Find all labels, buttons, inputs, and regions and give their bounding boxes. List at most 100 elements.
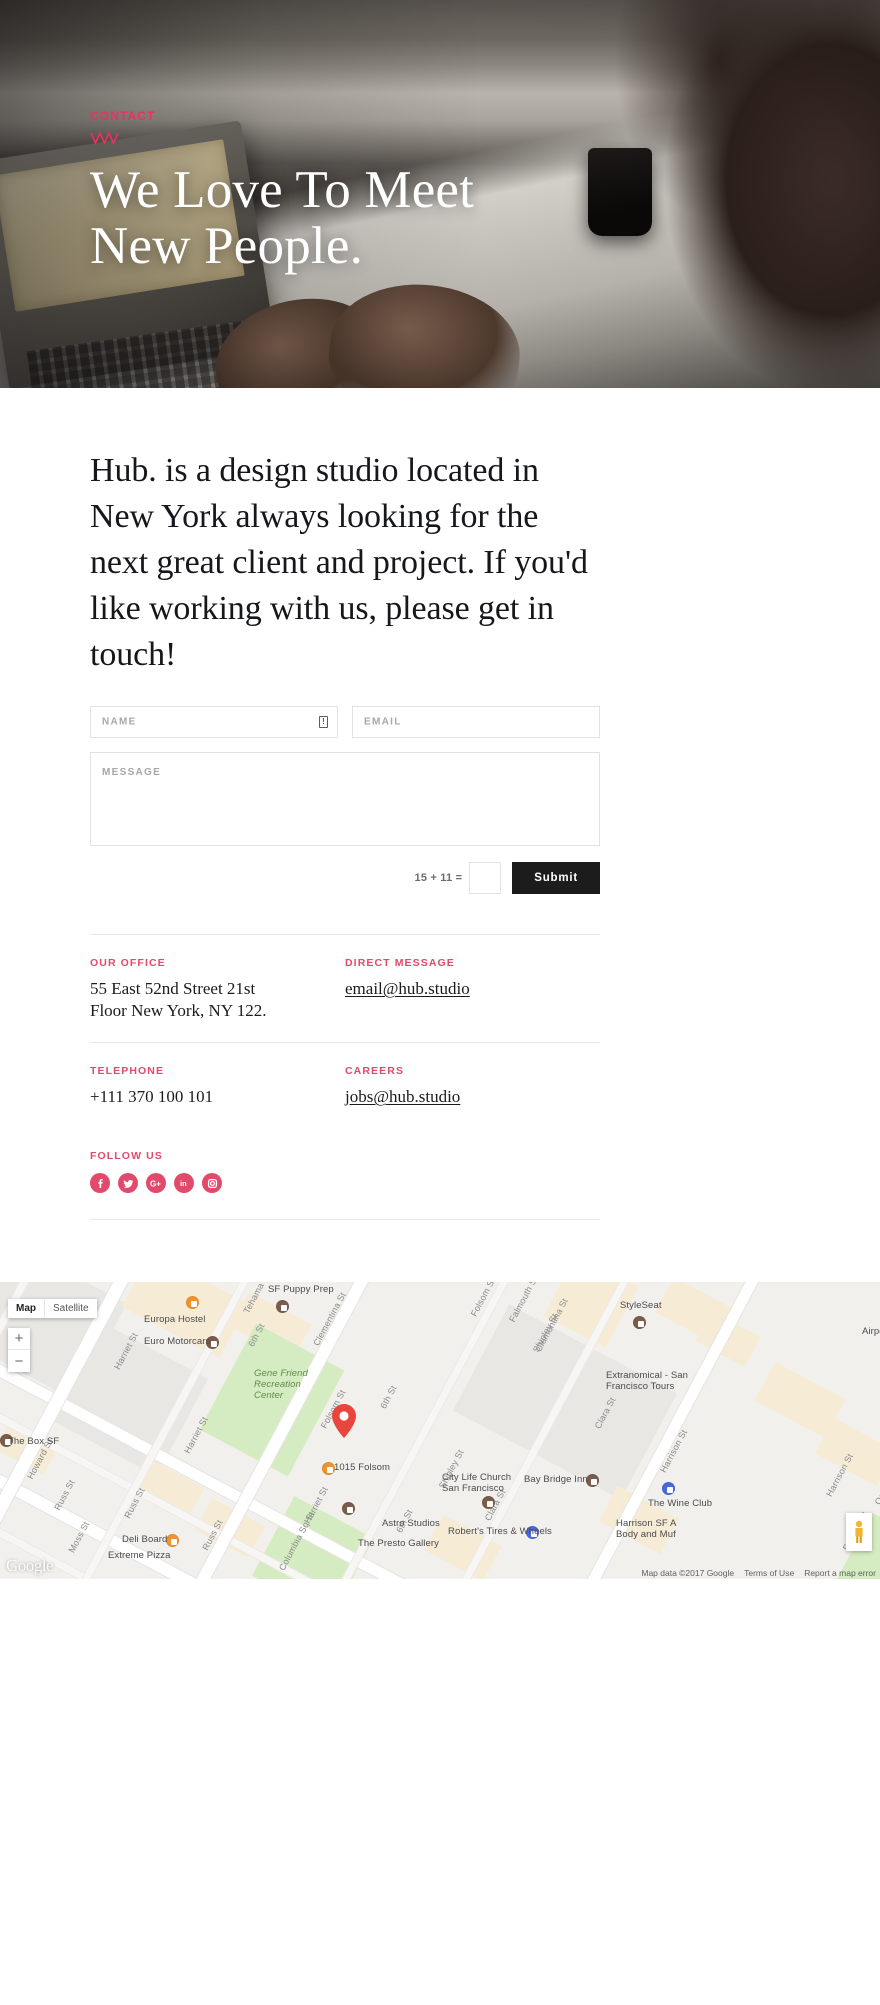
message-textarea[interactable] (91, 753, 599, 845)
pegman-icon (855, 1520, 863, 1543)
map-poi-label[interactable]: Europa Hostel (144, 1314, 206, 1325)
svg-text:in: in (180, 1179, 187, 1188)
map-street-label: Tehama St (241, 1282, 272, 1316)
message-field-wrapper[interactable]: MESSAGE (90, 752, 600, 846)
bottom-spacer (90, 1220, 600, 1282)
map-poi-label[interactable]: City Life Church San Francisco (442, 1472, 511, 1494)
careers-email-link[interactable]: jobs@hub.studio (345, 1087, 460, 1106)
zoom-in-button[interactable]: + (8, 1328, 30, 1350)
form-row-name-email: NAME ! EMAIL (90, 706, 600, 738)
content-container: Hub. is a design studio located in New Y… (90, 388, 600, 1282)
map-poi-label[interactable]: The Presto Gallery (358, 1538, 439, 1549)
name-input[interactable] (91, 707, 337, 737)
map-data-attribution: Map data ©2017 Google (641, 1568, 735, 1578)
map-street-label: Russ St (200, 1518, 225, 1552)
map-poi-marker-icon[interactable] (342, 1502, 355, 1515)
google-logo: Google (6, 1556, 54, 1575)
intro-paragraph: Hub. is a design studio located in New Y… (90, 452, 588, 673)
submit-button[interactable]: Submit (512, 862, 600, 894)
map-poi-label[interactable]: Extranomical - San Francisco Tours (606, 1370, 688, 1392)
map-poi-label[interactable]: 1015 Folsom (334, 1462, 390, 1473)
map-poi-label[interactable]: SF Puppy Prep (268, 1284, 334, 1295)
map-poi-marker-icon[interactable] (482, 1496, 495, 1509)
map-poi-label[interactable]: Harrison SF A Body and Muf (616, 1518, 676, 1540)
map-street-label: Moss St (66, 1519, 92, 1555)
map-street-label: Clementina St (311, 1290, 348, 1348)
hero-section: CONTACT We Love To Meet New People. (0, 0, 880, 388)
map-street-label: Harriet St (182, 1414, 210, 1456)
map-poi-marker-icon[interactable] (166, 1534, 179, 1547)
detail-col-office: OUR OFFICE 55 East 52nd Street 21st Floo… (90, 957, 345, 1022)
report-map-error-link[interactable]: Report a map error (804, 1568, 876, 1578)
map-type-satellite-button[interactable]: Satellite (45, 1299, 97, 1318)
telephone-number: +111 370 100 101 (90, 1087, 214, 1106)
map-street-label: Clara St (592, 1395, 618, 1431)
detail-col-direct-message: DIRECT MESSAGE email@hub.studio (345, 957, 600, 1022)
facebook-icon[interactable] (90, 1173, 110, 1193)
map-street-label: Falmouth St (507, 1282, 540, 1324)
page-title: We Love To Meet New People. (90, 161, 475, 275)
map-poi-label[interactable]: Airport (862, 1326, 880, 1337)
captcha-input[interactable] (469, 862, 502, 894)
terms-of-use-link[interactable]: Terms of Use (744, 1568, 794, 1578)
map-street-label: 6th St (378, 1383, 399, 1411)
careers-label: CAREERS (345, 1065, 405, 1077)
map-poi-label[interactable]: Extreme Pizza (108, 1550, 171, 1561)
map-poi-label[interactable]: Deli Board (122, 1534, 167, 1545)
zigzag-divider-icon (90, 131, 119, 145)
instagram-icon[interactable] (202, 1173, 222, 1193)
map-poi-label[interactable]: The Box SF (8, 1436, 59, 1447)
location-marker-pin[interactable] (332, 1404, 356, 1438)
map-section[interactable]: Howard St Harriet St Harriet St Harriet St R… (0, 1282, 880, 1579)
email-field-wrapper[interactable]: EMAIL (352, 706, 600, 738)
map-poi-label[interactable]: StyleSeat (620, 1300, 662, 1311)
office-address: 55 East 52nd Street 21st Floor New York,… (90, 979, 267, 1020)
map-poi-label[interactable]: Astro Studios (382, 1518, 440, 1529)
map-poi-marker-icon[interactable] (276, 1300, 289, 1313)
map-street-label: 6th St (246, 1321, 267, 1349)
email-input[interactable] (353, 707, 599, 737)
map-labels-layer: Howard St Harriet St Harriet St Harriet St R… (0, 1282, 880, 1579)
map-street-label: Folsom St (468, 1282, 498, 1319)
zoom-out-button[interactable]: − (8, 1350, 30, 1372)
detail-row-telephone: TELEPHONE +111 370 100 101 CAREERS jobs@… (90, 1042, 600, 1128)
office-label: OUR OFFICE (90, 957, 166, 969)
form-footer: 15 + 11 = Submit (90, 862, 600, 894)
map-poi-label[interactable]: Bay Bridge Inn (524, 1474, 588, 1485)
pegman-street-view-control[interactable] (846, 1513, 872, 1551)
map-poi-marker-icon[interactable] (633, 1316, 646, 1329)
email-link[interactable]: email@hub.studio (345, 979, 470, 998)
map-poi-label[interactable]: Euro Motorcars (144, 1336, 210, 1347)
detail-col-careers: CAREERS jobs@hub.studio (345, 1065, 600, 1108)
map-poi-label[interactable]: Robert's Tires & Wheels (448, 1526, 552, 1537)
map-street-label: Columbia Sq St (276, 1509, 317, 1573)
map-poi-marker-icon[interactable] (586, 1474, 599, 1487)
social-icon-list: G+ in (90, 1173, 600, 1193)
detail-col-telephone: TELEPHONE +111 370 100 101 (90, 1065, 345, 1108)
detail-row-office: OUR OFFICE 55 East 52nd Street 21st Floo… (90, 934, 600, 1042)
map-poi-marker-icon[interactable] (662, 1482, 675, 1495)
twitter-icon[interactable] (118, 1173, 138, 1193)
telephone-label: TELEPHONE (90, 1065, 165, 1077)
map-poi-label[interactable]: The Wine Club (648, 1498, 712, 1509)
name-field-wrapper[interactable]: NAME ! (90, 706, 338, 738)
captcha-group: 15 + 11 = (415, 862, 502, 894)
map-type-toggle[interactable]: Map Satellite (8, 1299, 97, 1318)
map-zoom-controls[interactable]: + − (8, 1328, 30, 1372)
map-street-label: Shipley St (530, 1311, 560, 1355)
map-poi-label[interactable]: Gene Friend Recreation Center (254, 1368, 308, 1401)
map-type-map-button[interactable]: Map (8, 1299, 45, 1318)
map-street-label: Harriet St (112, 1330, 140, 1372)
map-street-label: Harrison St (824, 1451, 856, 1499)
map-street-label: Russ St (122, 1486, 147, 1520)
map-street-label: Russ St (52, 1478, 77, 1512)
hero-eyebrow-label: CONTACT (90, 109, 156, 123)
map-poi-marker-icon[interactable] (186, 1296, 199, 1309)
follow-us-label: FOLLOW US (90, 1150, 163, 1162)
map-attribution-bar: Map data ©2017 Google Terms of Use Repor… (641, 1568, 876, 1578)
linkedin-icon[interactable]: in (174, 1173, 194, 1193)
google-plus-icon[interactable]: G+ (146, 1173, 166, 1193)
follow-us-block: FOLLOW US G+ in (90, 1128, 600, 1220)
captcha-question: 15 + 11 = (414, 872, 463, 884)
main-content: Hub. is a design studio located in New Y… (0, 388, 880, 1282)
